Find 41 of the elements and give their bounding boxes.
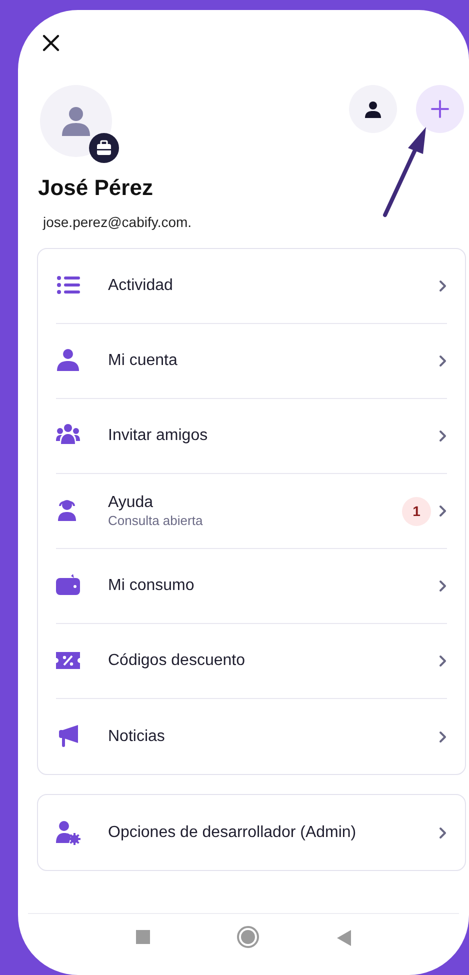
chevron-right-icon xyxy=(439,730,447,742)
chevron-right-icon xyxy=(439,430,447,442)
menu-item[interactable]: Opciones de desarrollador (Admin) xyxy=(56,795,447,870)
chevron-right-icon xyxy=(439,655,447,667)
menu-label: Noticias xyxy=(108,726,166,746)
menu-label: Ayuda xyxy=(108,493,154,513)
add-button[interactable] xyxy=(416,85,464,133)
wallet-icon xyxy=(56,574,82,598)
close-button[interactable] xyxy=(40,32,62,54)
menu-item[interactable]: Códigos descuento xyxy=(56,624,447,699)
menu-label: Invitar amigos xyxy=(108,426,209,446)
person-icon xyxy=(56,349,82,373)
menu-item[interactable]: Actividad xyxy=(56,249,447,324)
close-icon xyxy=(42,34,60,52)
menu-item[interactable]: Mi consumo xyxy=(56,549,447,624)
home-button[interactable] xyxy=(236,926,258,948)
chevron-right-icon xyxy=(439,280,447,292)
menu-item[interactable]: Invitar amigos xyxy=(56,399,447,474)
menu-subtitle: Consulta abierta xyxy=(108,513,204,529)
chevron-right-icon xyxy=(439,580,447,592)
back-icon[interactable] xyxy=(337,930,351,946)
chevron-right-icon xyxy=(439,355,447,367)
menu-label: Mi cuenta xyxy=(108,351,178,371)
user-name: José Pérez xyxy=(38,174,154,202)
plus-icon xyxy=(431,100,449,118)
menu-label: Códigos descuento xyxy=(108,651,246,671)
menu-item[interactable]: Ayuda Consulta abierta 1 xyxy=(56,474,447,549)
menu-item[interactable]: Mi cuenta xyxy=(56,324,447,399)
menu-label: Opciones de desarrollador (Admin) xyxy=(108,822,358,842)
briefcase-badge-icon xyxy=(89,133,119,163)
person-icon xyxy=(365,100,381,118)
user-email: jose.perez@cabify.com. xyxy=(43,213,193,231)
menu-item[interactable]: Noticias xyxy=(56,699,447,774)
count-badge: 1 xyxy=(402,496,431,526)
person-icon xyxy=(62,106,90,136)
menu-label: Mi consumo xyxy=(108,576,196,596)
menu-label: Actividad xyxy=(108,276,174,296)
person-button[interactable] xyxy=(349,85,397,133)
chevron-right-icon xyxy=(439,826,447,838)
user-settings-icon xyxy=(56,820,82,844)
chevron-right-icon xyxy=(439,505,447,517)
